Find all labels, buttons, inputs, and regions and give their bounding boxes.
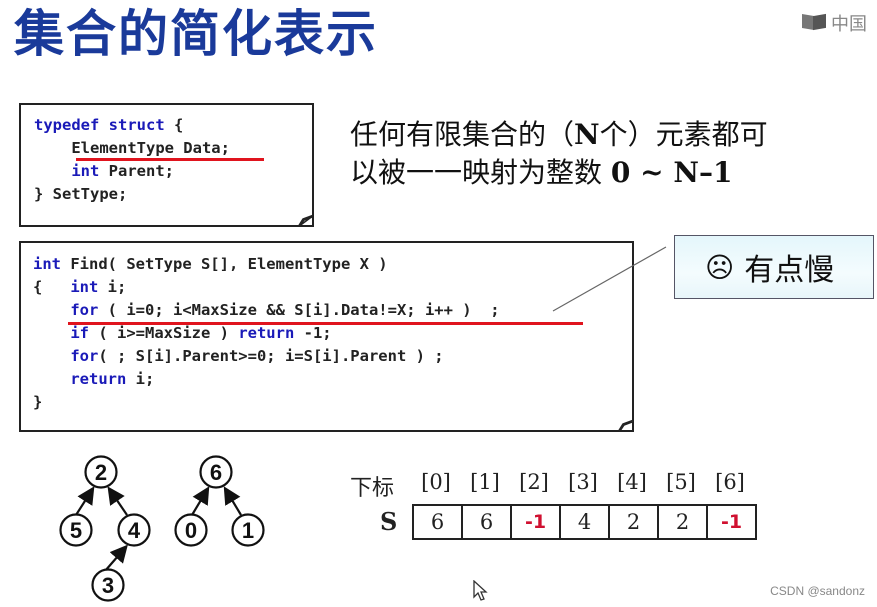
array-cell: 2 — [659, 506, 708, 538]
mouse-cursor-icon — [473, 580, 488, 601]
array-index: [4] — [617, 470, 647, 494]
edge-1-6 — [223, 486, 242, 516]
index-label: 下标 — [350, 476, 395, 501]
array-s: 6 6 -1 4 2 2 -1 — [412, 504, 757, 540]
array-cell: 4 — [561, 506, 610, 538]
array-cell: 6 — [463, 506, 512, 538]
row-label-s: S — [380, 507, 398, 536]
tree-node-label: 2 — [95, 460, 107, 485]
array-index: [6] — [715, 470, 745, 494]
tree-node-label: 0 — [185, 518, 197, 543]
watermark: CSDN @sandonz — [770, 584, 865, 598]
array-index: [0] — [421, 470, 451, 494]
array-cell: -1 — [512, 506, 561, 538]
array-index: [3] — [568, 470, 598, 494]
array-cell: -1 — [720, 511, 743, 533]
array-index: [1] — [470, 470, 500, 494]
edge-4-2 — [107, 486, 128, 516]
array-index: [2] — [519, 470, 549, 494]
array-index: [5] — [666, 470, 696, 494]
edge-5-2 — [75, 486, 95, 516]
tree-node-label: 1 — [242, 518, 254, 543]
edge-3-4 — [104, 544, 128, 572]
tree-node-label: 4 — [128, 518, 141, 543]
tree-node-label: 3 — [102, 573, 114, 598]
edge-0-6 — [191, 486, 210, 516]
tree-node-label: 6 — [210, 460, 222, 485]
array-cell: 2 — [610, 506, 659, 538]
array-cell: 6 — [414, 506, 463, 538]
tree-node-label: 5 — [70, 518, 82, 543]
